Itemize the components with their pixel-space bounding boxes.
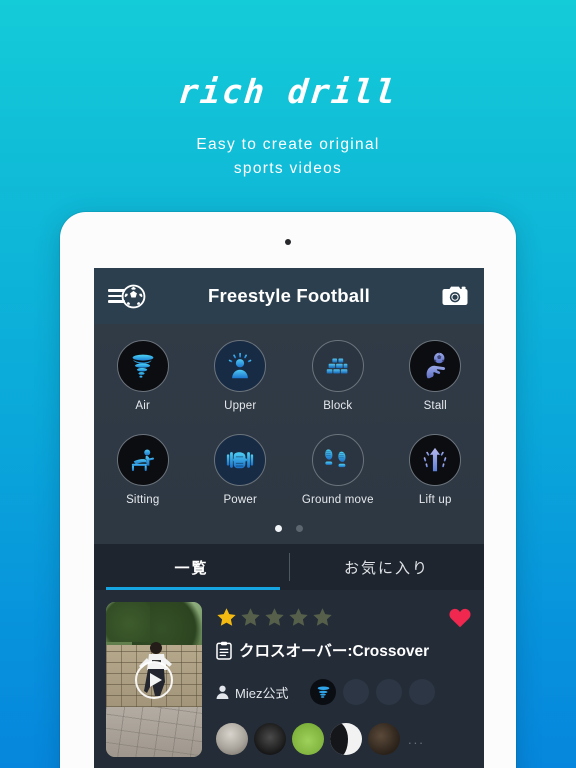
category-label: Sitting	[126, 494, 160, 506]
up-arrow-rays-icon	[423, 447, 447, 472]
tab-label: 一覧	[174, 559, 209, 577]
front-camera-dot	[285, 239, 291, 245]
video-list-item[interactable]: クロスオーバー:Crossover Miez公式 ...	[94, 590, 484, 768]
category-label: Block	[323, 400, 353, 412]
person-icon	[216, 685, 229, 699]
category-grid: Air Upper Block Stall Sitting Power Grou…	[94, 324, 484, 544]
category-label: Stall	[423, 400, 447, 412]
promo-subtitle-line-1: Easy to create original	[196, 136, 380, 153]
category-item-power[interactable]: Power	[192, 434, 290, 506]
skill-badges	[310, 679, 436, 705]
app-bar: Freestyle Football	[94, 268, 484, 324]
page-indicator	[94, 519, 484, 537]
tab-list[interactable]: 一覧	[94, 544, 289, 590]
promo-subtitle-line-2: sports videos	[233, 160, 343, 177]
tablet-device-frame: Freestyle Football Air Upper Block Stall…	[60, 212, 516, 768]
video-author: Miez公式	[235, 685, 289, 701]
category-item-lift-up[interactable]: Lift up	[387, 434, 485, 506]
thumbnail-pavement	[106, 707, 202, 757]
avatar[interactable]	[330, 723, 362, 755]
avatar[interactable]	[254, 723, 286, 755]
badge-tornado[interactable]	[310, 679, 337, 705]
avatar[interactable]	[216, 723, 248, 755]
dumbbell-hand-icon	[227, 452, 254, 469]
avatar[interactable]	[368, 723, 400, 755]
category-label: Ground move	[301, 494, 374, 506]
related-avatars: ...	[216, 723, 472, 755]
tab-active-underline	[106, 587, 280, 590]
brick-wall-icon	[326, 358, 348, 374]
star-icon-empty[interactable]	[288, 607, 309, 628]
play-icon[interactable]	[135, 660, 173, 699]
page-dot[interactable]	[296, 525, 304, 532]
video-title: クロスオーバー:Crossover	[239, 643, 430, 660]
promo-header: rich drill Easy to create original sport…	[0, 0, 576, 181]
category-label: Upper	[224, 400, 257, 412]
app-screen: Freestyle Football Air Upper Block Stall…	[94, 268, 484, 768]
star-icon-filled[interactable]	[216, 607, 237, 628]
thumbnail-foliage	[106, 602, 150, 642]
sitting-person-icon	[131, 449, 154, 472]
soccer-ball-icon	[121, 284, 146, 308]
footprints-icon	[325, 449, 346, 468]
category-item-ground-move[interactable]: Ground move	[289, 434, 387, 506]
badge-empty[interactable]	[343, 679, 370, 705]
tab-favorites[interactable]: お気に入り	[289, 544, 484, 590]
avatar[interactable]	[292, 723, 324, 755]
badge-empty[interactable]	[409, 679, 436, 705]
star-icon-empty[interactable]	[264, 607, 285, 628]
promo-title: rich drill	[176, 72, 400, 111]
category-item-block[interactable]: Block	[289, 340, 387, 412]
video-thumbnail[interactable]	[106, 602, 202, 757]
person-rays-icon	[229, 352, 252, 379]
category-item-sitting[interactable]: Sitting	[94, 434, 192, 506]
tornado-icon	[317, 686, 330, 698]
tab-label: お気に入り	[343, 559, 429, 577]
category-label: Power	[223, 494, 258, 506]
tab-bar: 一覧 お気に入り	[94, 544, 484, 590]
clipboard-icon	[216, 641, 232, 660]
star-icon-empty[interactable]	[312, 607, 333, 628]
category-label: Lift up	[418, 494, 452, 506]
camera-icon[interactable]	[442, 285, 468, 307]
rating-stars[interactable]	[216, 607, 333, 628]
category-item-upper[interactable]: Upper	[192, 340, 290, 412]
category-label: Air	[135, 400, 151, 412]
page-dot-active[interactable]	[274, 525, 282, 532]
menu-button[interactable]	[108, 284, 146, 309]
page-title: Freestyle Football	[208, 285, 370, 306]
category-item-stall[interactable]: Stall	[387, 340, 485, 412]
badge-empty[interactable]	[376, 679, 403, 705]
tornado-icon	[132, 354, 154, 378]
star-icon-empty[interactable]	[240, 607, 261, 628]
category-item-air[interactable]: Air	[94, 340, 192, 412]
video-info: クロスオーバー:Crossover Miez公式 ...	[202, 602, 484, 768]
heart-icon[interactable]	[448, 606, 472, 628]
avatar-more-indicator: ...	[408, 731, 425, 747]
category-grid-row-2: Sitting Power Ground move Lift up	[94, 434, 484, 506]
category-grid-row-1: Air Upper Block Stall	[94, 340, 484, 412]
hand-ball-icon	[426, 351, 446, 379]
